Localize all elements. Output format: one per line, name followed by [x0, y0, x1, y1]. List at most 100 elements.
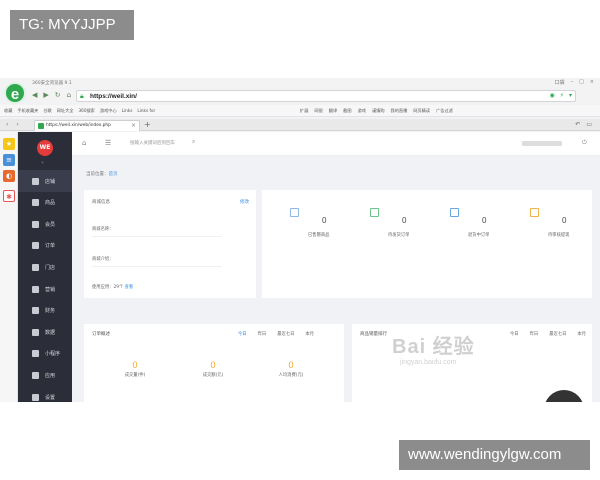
sidebar-item[interactable]: 数据	[18, 321, 72, 343]
toolbar-item[interactable]: 广告过滤	[436, 108, 453, 114]
toolbar-item[interactable]: 扩展	[300, 108, 308, 114]
tab-scroll-left-icon[interactable]: ‹	[6, 121, 8, 128]
stat-card[interactable]: 0 退货中订单	[442, 208, 518, 248]
address-bar-url[interactable]: https://weil.xin/	[90, 93, 137, 100]
sidebar-collapse-icon[interactable]: «	[41, 160, 44, 166]
stat-card-label: 已售罄商品	[308, 233, 330, 238]
toolbar-item[interactable]: 游戏	[358, 108, 366, 114]
bookmark-item[interactable]: Links	[122, 108, 133, 114]
stat-card-icon	[530, 208, 539, 217]
order-tab[interactable]: 本月	[305, 331, 314, 337]
sidebar-item[interactable]: 应用	[18, 364, 72, 386]
order-stat-label: 人均消费(元)	[278, 373, 304, 378]
store-edit-link[interactable]: 修改	[240, 199, 249, 205]
tab-close-icon[interactable]: ×	[131, 122, 136, 129]
bookmark-item[interactable]: 360搜索	[79, 108, 95, 114]
order-overview-panel: 订单概述 今日 昨日 最近七日 本月 0 成交量(件) 0 成交额(元) 0 人均消费(元)	[84, 324, 344, 402]
sidebar-item[interactable]: 订单	[18, 235, 72, 257]
lightning-icon[interactable]: ⚡︎	[560, 92, 564, 99]
toolbar-item[interactable]: 网页精读	[413, 108, 430, 114]
maximize-button[interactable]: □	[579, 79, 584, 86]
sidebar-item-label: 小程序	[45, 351, 61, 358]
sidebar-item[interactable]: 会员	[18, 213, 72, 235]
stat-card[interactable]: 0 待审核提现	[522, 208, 598, 248]
ranking-tab[interactable]: 本月	[577, 331, 586, 337]
dropdown-chevron-icon[interactable]: ▾	[569, 92, 572, 99]
store-divider	[92, 266, 222, 267]
sidebar-item[interactable]: 设置	[18, 386, 72, 402]
close-window-button[interactable]: ×	[590, 79, 594, 86]
window-controls: 口袋 – □ ×	[555, 79, 594, 86]
sidebar-item[interactable]: 营销	[18, 278, 72, 300]
order-stat-value: 0	[210, 360, 216, 370]
watermark-sub: jingyan.baidu.com	[400, 359, 457, 366]
minimize-button[interactable]: –	[571, 79, 574, 86]
order-tab[interactable]: 最近七日	[277, 331, 294, 337]
sidebar-item[interactable]: 店铺	[18, 170, 72, 192]
browser-title: 360安全浏览器 9.1	[32, 81, 72, 86]
search-icon[interactable]: ⌕	[192, 138, 195, 146]
order-icon	[32, 242, 39, 250]
reading-list-icon[interactable]: ≡	[3, 154, 15, 166]
bookmark-item[interactable]: Links for	[137, 108, 155, 114]
new-tab-button[interactable]: +	[144, 120, 151, 129]
store-intro-label: 商城介绍：	[92, 257, 114, 262]
settings-icon	[32, 393, 39, 401]
toolbar-item[interactable]: 我的直播	[391, 108, 408, 114]
app-logo[interactable]: WE	[37, 140, 53, 156]
breadcrumb-current[interactable]: 首页	[109, 172, 118, 177]
ranking-tab[interactable]: 最近七日	[549, 331, 566, 337]
stat-card[interactable]: 0 已售罄商品	[282, 208, 358, 248]
restore-tab-icon[interactable]: ↶	[575, 121, 580, 128]
tab-list-icon[interactable]: ▭	[586, 121, 592, 128]
bookmark-item[interactable]: 谷歌	[43, 108, 51, 114]
back-arrow-icon[interactable]: ◀	[32, 91, 37, 99]
stat-card-label: 待发货订单	[388, 233, 410, 238]
favorites-star-icon[interactable]: ★	[3, 138, 15, 150]
ranking-tab[interactable]: 昨日	[530, 331, 539, 337]
header-user-name[interactable]	[522, 141, 562, 146]
header-search-placeholder[interactable]: 搜输入关键词后到回车	[130, 140, 175, 146]
home-icon[interactable]: ⌂	[67, 91, 71, 99]
bookmark-item[interactable]: 收藏	[4, 108, 12, 114]
baidu-watermark: Bai 经验 jingyan.baidu.com	[392, 330, 475, 366]
order-tab[interactable]: 昨日	[258, 331, 267, 337]
security-shield-icon[interactable]: ◉	[550, 92, 555, 99]
order-tab[interactable]: 今日	[238, 331, 247, 337]
header-menu-icon[interactable]: ☰	[105, 139, 111, 147]
forward-arrow-icon[interactable]: ▶	[43, 91, 48, 99]
sidebar-item[interactable]: 财务	[18, 300, 72, 322]
extension-icon[interactable]: ✱	[3, 190, 15, 202]
360-browser-logo-icon[interactable]: e	[4, 82, 26, 104]
refresh-icon[interactable]: ↻	[55, 91, 61, 99]
toolbar-item[interactable]: 翻译	[329, 108, 337, 114]
toolbar-item[interactable]: 网银	[314, 108, 322, 114]
ranking-tab[interactable]: 今日	[510, 331, 519, 337]
shop-icon	[32, 263, 39, 271]
browser-tab-active[interactable]: https://weil.xin/web/index.php ×	[34, 120, 140, 131]
sidebar-item-label: 营销	[45, 286, 56, 293]
sidebar-item-label: 会员	[45, 221, 56, 228]
toolbar-item[interactable]: 截图	[343, 108, 351, 114]
bookmark-item[interactable]: 手机收藏夹	[17, 108, 38, 114]
sidebar-item[interactable]: 商品	[18, 192, 72, 214]
stat-card-value: 0	[402, 216, 407, 225]
bookmark-item[interactable]: 游戏中心	[100, 108, 117, 114]
order-stat: 0 人均消费(元)	[256, 360, 326, 378]
sidebar-item[interactable]: 小程序	[18, 343, 72, 365]
store-divider	[92, 236, 222, 237]
stats-panel: 0 已售罄商品 0 待发货订单 0 退货中订单 0 待审核提现	[262, 190, 592, 298]
bookmark-item[interactable]: 网址大全	[57, 108, 74, 114]
watermark-main: Bai 经验	[392, 336, 475, 358]
power-icon[interactable]: ⏻	[582, 139, 587, 147]
stat-card[interactable]: 0 待发货订单	[362, 208, 438, 248]
pocket-button[interactable]: 口袋	[555, 79, 565, 86]
sidebar-item[interactable]: 门店	[18, 256, 72, 278]
store-apps-link[interactable]: 查看	[125, 285, 134, 290]
address-bar[interactable]: 🔒︎ https://weil.xin/ ◉ ⚡︎ ▾	[76, 90, 576, 102]
tab-scroll-right-icon[interactable]: ›	[16, 121, 18, 128]
tab-label: https://weil.xin/web/index.php	[46, 123, 111, 128]
toolbar-item[interactable]: 谨慎购	[372, 108, 385, 114]
header-home-icon[interactable]: ⌂	[82, 139, 86, 147]
weibo-icon[interactable]: ◐	[3, 170, 15, 182]
